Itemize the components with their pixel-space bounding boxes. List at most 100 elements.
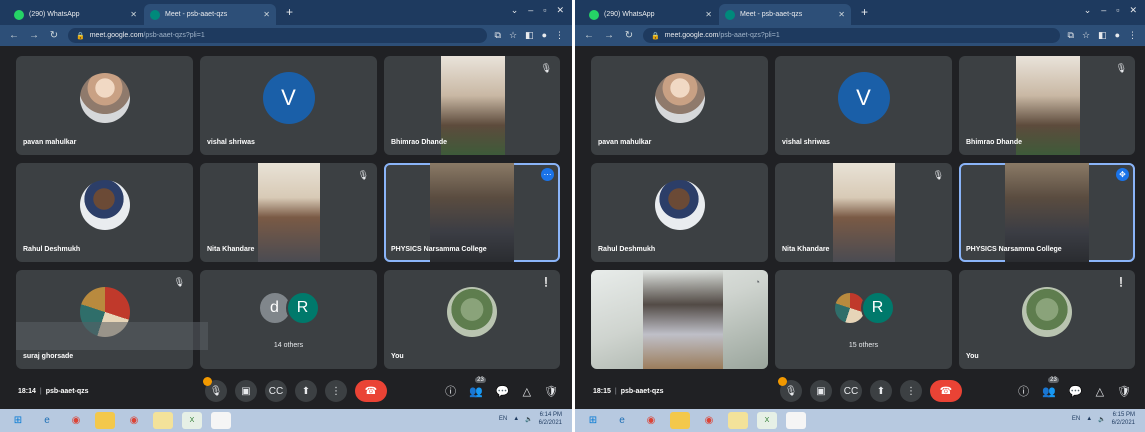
participant-tile[interactable]: 🎙 Bhimrao Dhande (384, 56, 560, 155)
chrome-icon[interactable]: ◉ (66, 412, 86, 429)
present-button[interactable]: ⬆ (295, 380, 317, 402)
mic-button[interactable]: 🎙 (203, 377, 227, 402)
minimize-icon[interactable]: – (528, 5, 533, 16)
chrome-icon[interactable]: ◉ (699, 412, 719, 429)
info-icon[interactable]: ⓘ (1018, 383, 1029, 399)
tab-whatsapp[interactable]: (290) WhatsApp ✕ (8, 4, 143, 25)
host-controls-icon[interactable]: 🛡 (544, 385, 558, 398)
chat-icon[interactable]: 💬 (1069, 385, 1083, 398)
notes-icon[interactable] (728, 412, 748, 429)
close-tab-icon[interactable]: ✕ (838, 10, 845, 19)
mic-button[interactable]: 🎙 (778, 377, 802, 402)
participant-tile[interactable]: V vishal shriwas (775, 56, 952, 155)
excel-icon[interactable]: X (182, 412, 202, 429)
minimize-icon[interactable]: – (1101, 5, 1106, 16)
sidebar-icon[interactable]: ◧ (1098, 30, 1107, 41)
more-options-icon[interactable]: ⋯ (541, 168, 554, 181)
close-tab-icon[interactable]: ✕ (263, 10, 270, 19)
back-icon[interactable]: ← (8, 30, 20, 41)
ie-icon[interactable]: e (612, 412, 632, 429)
tab-whatsapp[interactable]: (290) WhatsApp ✕ (583, 4, 718, 25)
end-call-button[interactable]: ☎ (930, 380, 962, 402)
chrome-icon[interactable]: ◉ (641, 412, 661, 429)
host-controls-icon[interactable]: 🛡 (1117, 385, 1131, 398)
excel-icon[interactable]: X (757, 412, 777, 429)
network-icon[interactable]: ▲ (513, 416, 519, 422)
document-icon[interactable] (786, 412, 806, 429)
clock[interactable]: 6:15 PM 6/2/2021 (1112, 411, 1135, 427)
pin-icon[interactable]: ✥ (1116, 168, 1129, 181)
participant-tile[interactable]: ✥ PHYSICS Narsamma College (959, 163, 1135, 262)
close-tab-icon[interactable]: ✕ (705, 10, 712, 19)
participant-tile[interactable]: 🎙 suraj ghorsade (16, 270, 193, 369)
participant-tile[interactable]: ◔ (591, 270, 768, 369)
activities-icon[interactable]: △ (523, 385, 531, 398)
self-tile[interactable]: ❕ You (384, 270, 560, 369)
participant-tile[interactable]: pavan mahulkar (16, 56, 193, 155)
start-icon[interactable]: ⊞ (583, 412, 603, 429)
close-tab-icon[interactable]: ✕ (130, 10, 137, 19)
back-icon[interactable]: ← (583, 30, 595, 41)
language-indicator[interactable]: EN (1072, 416, 1080, 422)
participant-tile[interactable]: 🎙 Nita Khandare (200, 163, 377, 262)
url-bar[interactable]: 🔒 meet.google.com/psb-aaet-qzs?pli=1 (643, 28, 1060, 43)
participant-tile[interactable]: Rahul Deshmukh (16, 163, 193, 262)
participant-tile[interactable]: ⋯ PHYSICS Narsamma College (384, 163, 560, 262)
participant-tile[interactable]: 🎙 Bhimrao Dhande (959, 56, 1135, 155)
network-icon[interactable]: ▲ (1086, 416, 1092, 422)
participant-tile[interactable]: 🎙 Nita Khandare (775, 163, 952, 262)
participant-tile[interactable]: d R 14 others (200, 270, 377, 369)
forward-icon[interactable]: → (603, 30, 615, 41)
folder-icon[interactable] (95, 412, 115, 429)
sidebar-icon[interactable]: ◧ (525, 30, 534, 41)
chat-icon[interactable]: 💬 (496, 385, 510, 398)
chrome-menu-icon[interactable]: ⋮ (1128, 30, 1137, 41)
self-tile[interactable]: ❕ You (959, 270, 1135, 369)
captions-button[interactable]: CC (265, 380, 287, 402)
profile-icon[interactable]: ● (1115, 30, 1120, 41)
chrome-menu-icon[interactable]: ⋮ (555, 30, 564, 41)
participant-tile[interactable]: R 15 others (775, 270, 952, 369)
more-button[interactable]: ⋮ (325, 380, 347, 402)
volume-icon[interactable]: 🔈 (525, 416, 532, 423)
participant-tile[interactable]: V vishal shriwas (200, 56, 377, 155)
maximize-icon[interactable]: ▫ (1116, 5, 1119, 16)
people-icon[interactable]: 👥 23 (469, 376, 486, 398)
end-call-button[interactable]: ☎ (355, 380, 387, 402)
captions-button[interactable]: CC (840, 380, 862, 402)
maximize-icon[interactable]: ▫ (543, 5, 546, 16)
notes-icon[interactable] (153, 412, 173, 429)
camera-button[interactable]: ▣ (810, 380, 832, 402)
url-bar[interactable]: 🔒 meet.google.com/psb-aaet-qzs?pli=1 (68, 28, 487, 43)
camera-button[interactable]: ▣ (235, 380, 257, 402)
participant-tile[interactable]: Rahul Deshmukh (591, 163, 768, 262)
bookmark-star-icon[interactable]: ☆ (1082, 30, 1090, 41)
activities-icon[interactable]: △ (1096, 385, 1104, 398)
camera-permission-icon[interactable]: ⧉ (1068, 30, 1074, 41)
info-icon[interactable]: ⓘ (445, 383, 456, 399)
forward-icon[interactable]: → (28, 30, 40, 41)
document-icon[interactable] (211, 412, 231, 429)
reload-icon[interactable]: ↻ (623, 30, 635, 41)
present-button[interactable]: ⬆ (870, 380, 892, 402)
bookmark-star-icon[interactable]: ☆ (509, 30, 517, 41)
new-tab-button[interactable]: + (286, 5, 293, 19)
close-window-icon[interactable]: ✕ (556, 5, 564, 16)
tab-search-icon[interactable]: ⌄ (1084, 5, 1092, 16)
tab-meet[interactable]: Meet - psb-aaet-qzs ✕ (719, 4, 851, 25)
profile-icon[interactable]: ● (542, 30, 547, 41)
tab-search-icon[interactable]: ⌄ (511, 5, 519, 16)
folder-icon[interactable] (670, 412, 690, 429)
chrome-icon[interactable]: ◉ (124, 412, 144, 429)
more-button[interactable]: ⋮ (900, 380, 922, 402)
start-icon[interactable]: ⊞ (8, 412, 28, 429)
people-icon[interactable]: 👥 23 (1042, 376, 1059, 398)
close-window-icon[interactable]: ✕ (1129, 5, 1137, 16)
tab-meet[interactable]: Meet - psb-aaet-qzs ✕ (144, 4, 276, 25)
participant-tile[interactable]: pavan mahulkar (591, 56, 768, 155)
clock[interactable]: 6:14 PM 6/2/2021 (539, 411, 562, 427)
ie-icon[interactable]: e (37, 412, 57, 429)
volume-icon[interactable]: 🔈 (1098, 416, 1105, 423)
camera-permission-icon[interactable]: ⧉ (495, 30, 501, 41)
language-indicator[interactable]: EN (499, 416, 507, 422)
